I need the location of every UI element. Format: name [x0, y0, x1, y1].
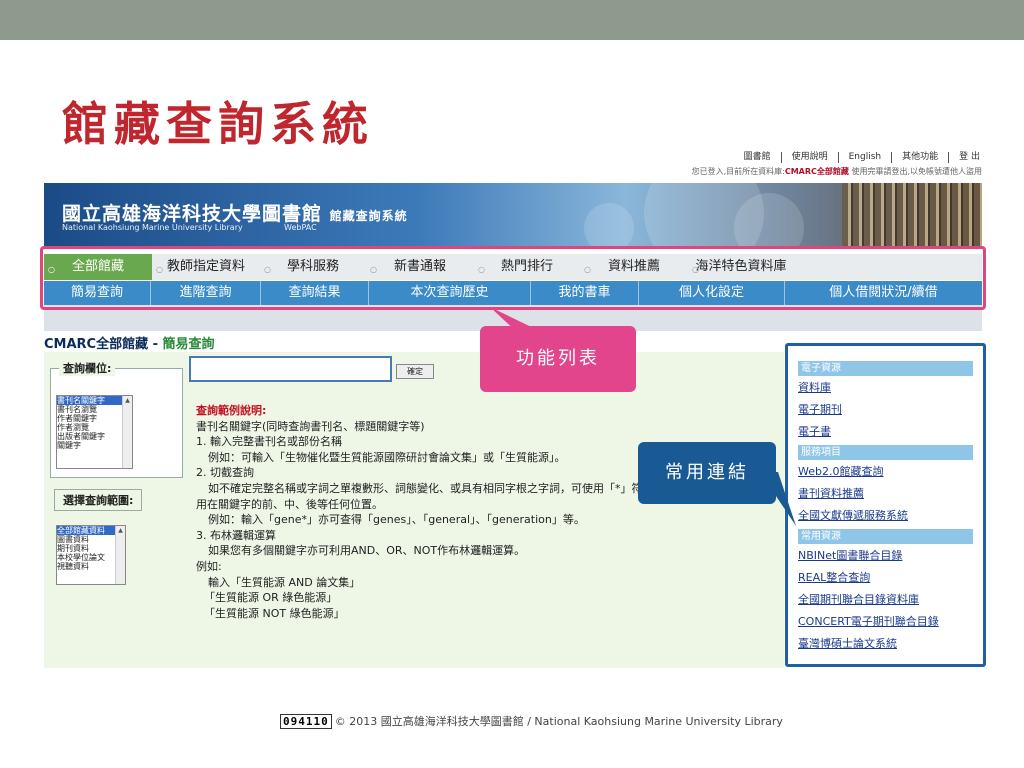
webpac-label: WebPAC [284, 223, 317, 232]
top-link-library[interactable]: 圖書館 [734, 152, 782, 163]
library-name: 國立高雄海洋科技大學圖書館 館藏查詢系統 [62, 203, 408, 225]
scrollbar[interactable]: ▲ [115, 526, 125, 584]
top-link-logout[interactable]: 登 出 [949, 152, 982, 163]
nav-highlight-outline [40, 246, 986, 310]
quick-links-section-header: 電子資源 [798, 361, 973, 376]
quick-link[interactable]: 電子期刊 [798, 401, 973, 419]
help-line: 例如：輸入「gene*」亦可查得「genes」、「general」、「gener… [208, 513, 585, 527]
quick-link[interactable]: 電子書 [798, 423, 973, 441]
field-select[interactable]: 書刊名關鍵字 書刊名瀏覽 作者關鍵字 作者瀏覽 出版者關鍵字 關鍵字 ▲ [56, 395, 133, 469]
query-input[interactable] [189, 356, 392, 382]
field-legend: 查詢欄位: [59, 360, 116, 376]
copyright: © 2013 國立高雄海洋科技大學圖書館 / National Kaohsiun… [334, 715, 783, 728]
library-name-en: National Kaohsiung Marine University Lib… [62, 223, 243, 232]
help-line: 輸入「生質能源 AND 論文集」 [208, 575, 361, 589]
help-line: 3. 布林邏輯運算 [196, 528, 276, 542]
submit-button[interactable]: 確定 [396, 364, 434, 379]
site-banner: 國立高雄海洋科技大學圖書館 館藏查詢系統 National Kaohsiung … [44, 183, 982, 247]
help-title: 查詢範例說明: [196, 404, 267, 417]
quick-link[interactable]: 書刊資料推薦 [798, 485, 973, 503]
visitor-counter: 094110 [280, 714, 332, 729]
scope-legend: 選擇查詢範圍: [54, 489, 143, 511]
quick-link[interactable]: 全國期刊聯合目錄資料庫 [798, 591, 973, 609]
help-line: 書刊名關鍵字(同時查詢書刊名、標題關鍵字等) [196, 419, 425, 433]
quick-link[interactable]: REAL整合查詢 [798, 569, 973, 587]
help-line: 如果您有多個關鍵字亦可利用AND、OR、NOT作布林邏輯運算。 [208, 544, 526, 558]
select-option[interactable]: 書刊名關鍵字 [57, 396, 132, 405]
quick-link[interactable]: CONCERT電子期刊聯合目錄 [798, 613, 973, 631]
footer: 094110 © 2013 國立高雄海洋科技大學圖書館 / National Ka… [280, 713, 783, 729]
top-link-english[interactable]: English [839, 152, 893, 163]
bookshelf-image [842, 183, 982, 247]
quick-links-section-header: 服務項目 [798, 445, 973, 460]
quick-links-panel: 電子資源資料庫電子期刊電子書服務項目 Web2.0館藏查詢 書刊資料推薦 全國文獻傳遞… [785, 343, 986, 667]
search-help: 查詢範例說明: 書刊名關鍵字(同時查詢書刊名、標題關鍵字等) 1. 輸入完整書刊… [196, 403, 786, 621]
top-link-other[interactable]: 其他功能 [892, 152, 950, 163]
top-links: 圖書館 使用說明 English 其他功能 登 出 您已登入,目前所在資料庫:C… [646, 152, 982, 177]
callout-nav: 功能列表 [480, 326, 636, 392]
help-line: 「生質能源 NOT 綠色能源」 [204, 606, 345, 620]
quick-link[interactable]: 臺灣博碩士論文系統 [798, 635, 973, 653]
select-option[interactable]: 出版者關鍵字 [57, 432, 132, 441]
login-status: 您已登入,目前所在資料庫:CMARC全部館藏 使用完畢請登出,以免帳號遭他人盜用 [691, 167, 982, 176]
select-option[interactable]: 作者關鍵字 [57, 414, 132, 423]
quick-link[interactable]: Web2.0館藏查詢 [798, 463, 973, 481]
select-option[interactable]: 作者瀏覽 [57, 423, 132, 432]
quick-link[interactable]: NBINet圖書聯合目錄 [798, 547, 973, 565]
slide-title: 館藏查詢系統 [62, 97, 374, 151]
help-line: 「生質能源 OR 綠色能源」 [204, 591, 338, 605]
quick-link[interactable]: 全國文獻傳遞服務系統 [798, 507, 973, 525]
slide-top-bar [0, 0, 1024, 40]
select-option[interactable]: 書刊名瀏覽 [57, 405, 132, 414]
scrollbar[interactable]: ▲ [122, 396, 132, 468]
help-line: 例如: [196, 559, 222, 573]
scope-select[interactable]: 全部館藏資料 圖書資料 期刊資料 本校學位論文 視聽資料 ▲ [56, 525, 126, 585]
callout-links: 常用連結 [638, 442, 776, 504]
select-option[interactable]: 關鍵字 [57, 441, 132, 450]
top-link-help[interactable]: 使用說明 [782, 152, 839, 163]
breadcrumb: CMARC全部館藏 - 簡易查詢 [44, 337, 215, 352]
quick-links-section-header: 常用資源 [798, 529, 973, 544]
quick-link[interactable]: 資料庫 [798, 379, 973, 397]
